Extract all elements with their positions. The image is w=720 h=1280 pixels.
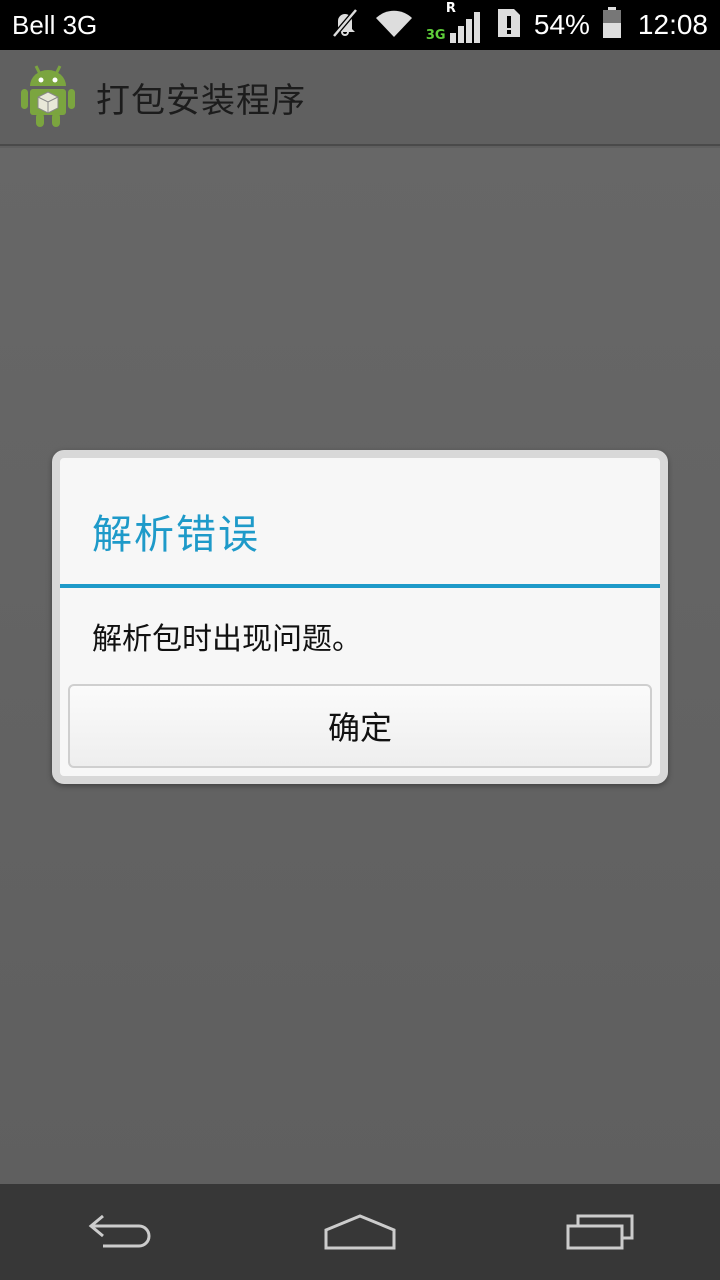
screen: Bell 3G 3G R 54% 12:08 打包安装程序 解析错误 解析包时出… bbox=[0, 0, 720, 1280]
error-dialog: 解析错误 解析包时出现问题。 确定 bbox=[52, 450, 668, 784]
wifi-icon bbox=[374, 7, 414, 43]
clock: 12:08 bbox=[637, 9, 708, 40]
status-icons: 3G R 54% 12:08 bbox=[328, 1, 708, 44]
dialog-title: 解析错误 bbox=[92, 512, 260, 558]
status-bar: Bell 3G 3G R 54% 12:08 bbox=[0, 0, 720, 50]
dialog-divider bbox=[60, 584, 660, 588]
carrier-label: Bell 3G bbox=[12, 9, 98, 40]
back-button[interactable] bbox=[60, 1197, 180, 1267]
home-button[interactable] bbox=[300, 1197, 420, 1267]
network-type-label: 3G bbox=[425, 28, 446, 43]
recents-button[interactable] bbox=[540, 1197, 660, 1267]
recents-icon bbox=[566, 1214, 634, 1250]
sim-alert-icon bbox=[496, 7, 522, 43]
mute-icon bbox=[328, 6, 362, 44]
dialog-message: 解析包时出现问题。 bbox=[92, 622, 362, 657]
app-bar: 打包安装程序 bbox=[0, 50, 720, 146]
nav-bar bbox=[0, 1184, 720, 1280]
battery-icon bbox=[602, 7, 622, 43]
app-title: 打包安装程序 bbox=[96, 80, 306, 121]
back-icon bbox=[88, 1214, 151, 1248]
android-package-icon bbox=[20, 62, 76, 132]
signal-icon: 3G R bbox=[425, 1, 484, 43]
ok-button[interactable]: 确定 bbox=[68, 684, 652, 768]
home-icon bbox=[324, 1214, 396, 1250]
battery-percent: 54% bbox=[533, 9, 590, 40]
